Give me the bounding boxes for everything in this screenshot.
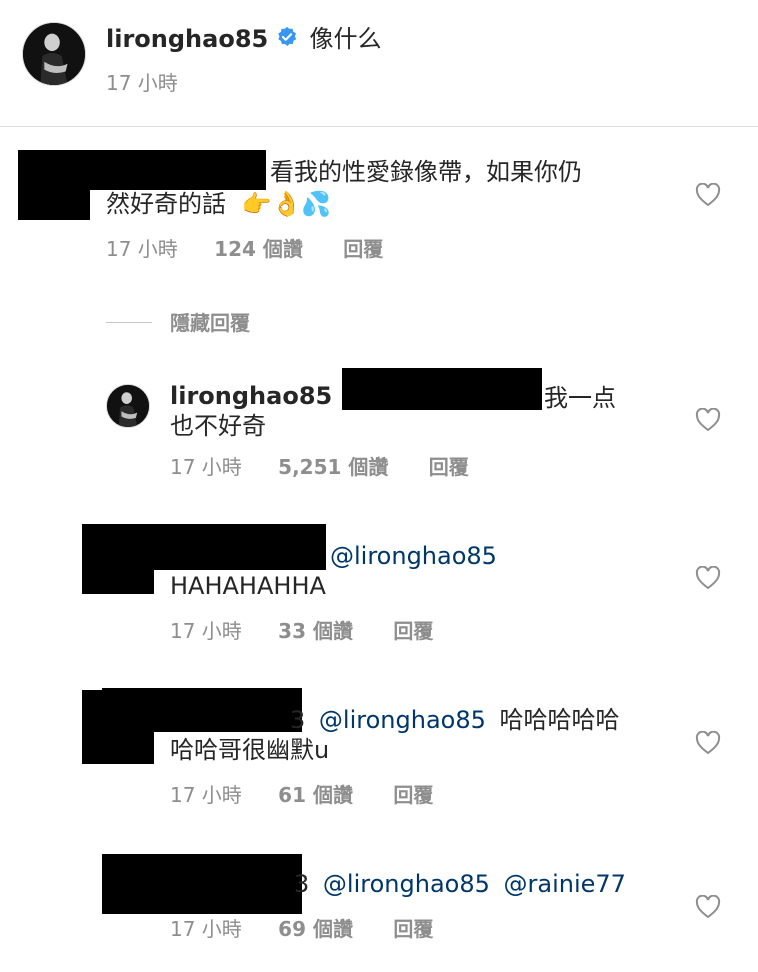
avatar-image [23,23,85,85]
reply4-time: 17 小時 [170,917,242,941]
hide-replies-line [106,322,152,323]
reply1-time: 17 小時 [170,455,242,479]
post-avatar[interactable] [22,22,86,86]
comment-text-line1: 看我的性愛錄像帶，如果你仍 [270,158,582,186]
reply3-text-line2: 哈哈哥很幽默u [170,736,330,764]
reply4-mention[interactable]: @lironghao85 [323,870,490,898]
redacted-mention [342,368,542,410]
redacted-username [150,524,326,570]
reply2-likes[interactable]: 33 個讚 [278,619,353,643]
reply-avatar[interactable] [106,384,150,428]
comment-likes[interactable]: 124 個讚 [214,237,303,261]
reply4-mention2[interactable]: @rainie77 [504,870,626,898]
avatar-image [107,385,149,427]
post-header-line: lironghao85 像什么 [106,22,382,56]
reply3-mention[interactable]: @lironghao85 [319,706,486,734]
redacted-username [102,688,302,732]
reply2-text: HAHAHAHHA [170,572,326,600]
reply3-reply-button[interactable]: 回覆 [393,783,433,807]
verified-badge-icon [276,23,298,57]
reply2-time: 17 小時 [170,619,242,643]
heart-icon[interactable] [695,408,721,432]
reply1-likes[interactable]: 5,251 個讚 [278,455,388,479]
reply4-line1: 3 @lironghao85 @rainie77 [294,868,626,900]
comment-time: 17 小時 [106,237,178,261]
reply1-username[interactable]: lironghao85 [170,382,332,410]
comment-meta: 17 小時 124 個讚 回覆 [106,236,383,262]
redacted-avatar [18,150,90,220]
heart-icon[interactable] [695,895,721,919]
reply1-text-line2: 也不好奇 [170,412,266,440]
reply2-reply-button[interactable]: 回覆 [393,619,433,643]
heart-icon[interactable] [695,731,721,755]
reply1-reply-button[interactable]: 回覆 [429,455,469,479]
heart-icon[interactable] [695,183,721,207]
comment-text-line2: 然好奇的話 👉👌💦 [106,188,331,220]
post-username[interactable]: lironghao85 [106,25,268,53]
reply2-meta: 17 小時 33 個讚 回覆 [170,618,433,644]
reply2-mention[interactable]: @lironghao85 [330,540,497,572]
post-caption: 像什么 [309,25,382,53]
redacted-avatar [82,524,154,594]
header-divider [0,126,758,127]
hide-replies-button[interactable]: 隱藏回覆 [170,310,250,336]
reply4-username-tail: 3 [294,870,310,898]
reply3-text-line1: 哈哈哈哈哈 [499,706,620,734]
reply4-likes[interactable]: 69 個讚 [278,917,353,941]
reply3-meta: 17 小時 61 個讚 回覆 [170,782,433,808]
reply1-text-line1: 我一点 [544,384,616,412]
comment-reply-button[interactable]: 回覆 [343,237,383,261]
redacted-avatar-and-username [102,854,302,914]
reply3-line1: 3 @lironghao85 哈哈哈哈哈 [290,704,620,736]
heart-icon[interactable] [695,566,721,590]
comment-emojis: 👉👌💦 [241,190,332,218]
reply3-username-tail: 3 [290,706,306,734]
redacted-username [88,150,266,190]
reply3-time: 17 小時 [170,783,242,807]
reply4-reply-button[interactable]: 回覆 [393,917,433,941]
reply4-meta: 17 小時 69 個讚 回覆 [170,916,433,942]
reply1-meta: 17 小時 5,251 個讚 回覆 [170,454,469,480]
reply1-line1: lironghao85 [170,380,360,413]
reply3-likes[interactable]: 61 個讚 [278,783,353,807]
post-time: 17 小時 [106,71,178,95]
comment-text-2: 然好奇的話 [106,190,226,218]
